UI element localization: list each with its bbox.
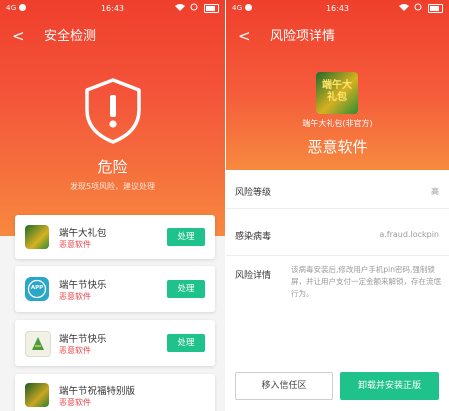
app-badge-label: APP: [30, 285, 44, 291]
app-name: 端午节快乐: [59, 334, 107, 345]
uninstall-install-official-button[interactable]: 卸载并安装正版: [340, 372, 439, 400]
scan-summary: 发现5项风险，建议处理: [69, 182, 156, 191]
risk-tag: 恶意软件: [59, 346, 91, 355]
risk-tag: 恶意软件: [59, 398, 91, 407]
risk-detail-screen: 4G 16:43 < 风险项详情 端午大礼包 端午大礼包(非官方) 恶意软件 风…: [226, 0, 449, 411]
risk-tag: 恶意软件: [59, 292, 91, 301]
row-value: 高: [431, 187, 439, 196]
detail-row: 风险详情 该病毒安装后,修改用户手机pin密码,强制锁屏，并让用户支付一定金额来…: [226, 256, 449, 316]
risk-tag: 恶意软件: [59, 240, 91, 249]
row-label: 风险详情: [235, 271, 272, 281]
battery-icon: [204, 3, 219, 13]
gift-pack-app-icon: [25, 225, 49, 249]
risk-item[interactable]: 端午节祝福特别版 恶意软件: [15, 374, 215, 411]
risk-level-row: 风险等级 高: [226, 170, 449, 209]
risk-item[interactable]: 端午节快乐 恶意软件 处理: [15, 320, 215, 366]
status-bar: 4G 16:43: [226, 0, 449, 18]
app-logo-text: 端午大礼包: [322, 80, 352, 103]
alarm-icon: [190, 3, 198, 13]
verdict-title: 恶意软件: [307, 138, 368, 156]
status-icons: [172, 3, 219, 13]
zongzi-app-icon: [25, 331, 51, 357]
app-name: 端午节祝福特别版: [59, 386, 136, 397]
alarm-icon: [414, 3, 422, 13]
status-bar: 4G 16:43: [0, 0, 225, 18]
handle-button[interactable]: 处理: [167, 334, 205, 352]
app-logo-icon: 端午大礼包: [316, 72, 358, 114]
virus-row: 感染病毒 a.fraud.lockpin: [226, 209, 449, 256]
risk-item[interactable]: APP 端午节快乐 恶意软件 处理: [15, 266, 215, 312]
row-label: 感染病毒: [235, 232, 272, 242]
security-scan-screen: 4G 16:43 < 安全检测 危险 发现5项风险，建议处理 端午大礼包 恶意软…: [0, 0, 225, 411]
risk-level-title: 危险: [97, 158, 128, 176]
shield-alert-icon: [84, 78, 142, 144]
app-name: 端午节快乐: [59, 280, 107, 291]
page-title: 风险项详情: [270, 29, 336, 44]
row-label: 风险等级: [235, 188, 272, 198]
risk-item[interactable]: 端午大礼包 恶意软件 处理: [15, 215, 215, 259]
wifi-icon: [174, 3, 185, 13]
wifi-icon: [398, 3, 409, 13]
move-to-trust-button[interactable]: 移入信任区: [235, 372, 333, 400]
handle-button[interactable]: 处理: [167, 228, 205, 246]
back-button[interactable]: <: [12, 26, 25, 46]
back-button[interactable]: <: [238, 26, 251, 46]
status-icons: [396, 3, 443, 13]
row-value: a.fraud.lockpin: [379, 230, 439, 239]
risk-description: 该病毒安装后,修改用户手机pin密码,强制锁屏，并让用户支付一定金额来解锁，存在…: [291, 265, 441, 298]
handle-button[interactable]: 处理: [167, 280, 205, 298]
app-label: 端午大礼包(非官方): [302, 119, 373, 128]
battery-icon: [428, 3, 443, 13]
greeting-app-icon: [25, 383, 49, 407]
app-name: 端午大礼包: [59, 228, 107, 239]
app-badge-icon: APP: [25, 277, 49, 301]
nav-bar: < 安全检测: [0, 22, 225, 52]
page-title: 安全检测: [44, 29, 97, 44]
nav-bar: < 风险项详情: [226, 22, 449, 52]
